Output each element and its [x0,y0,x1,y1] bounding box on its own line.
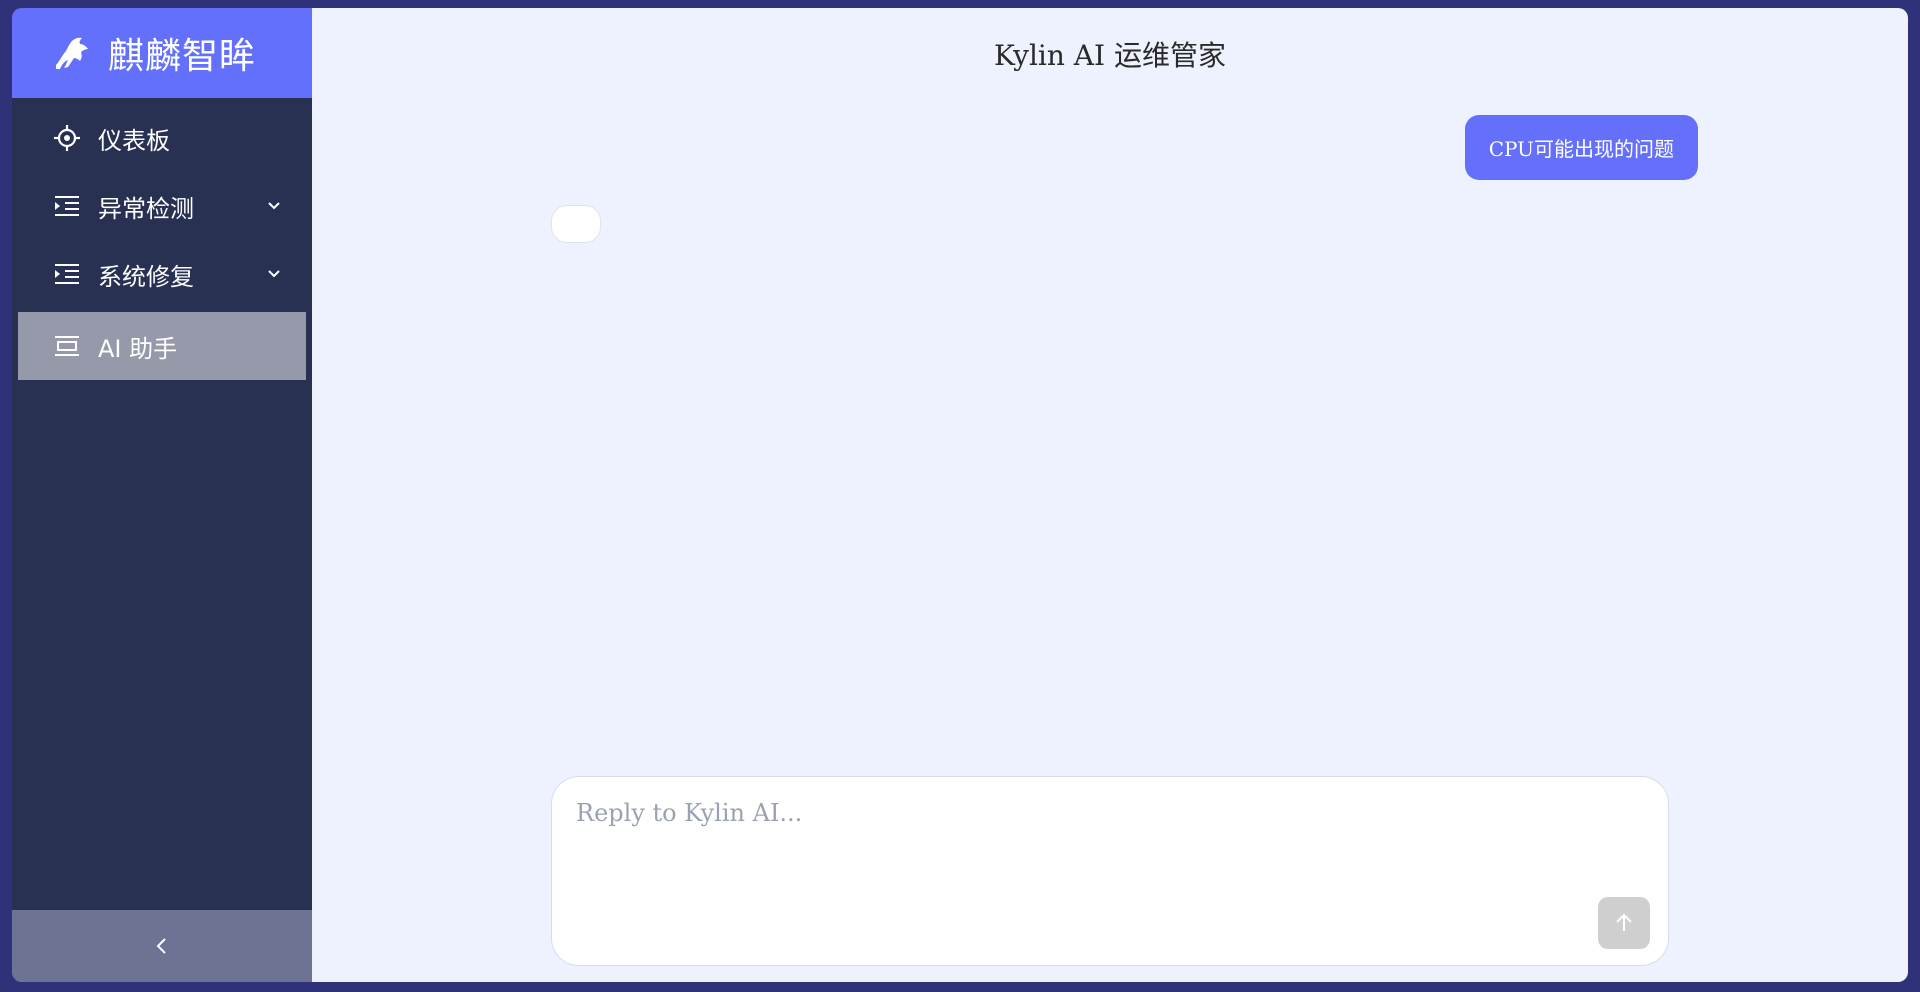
chat-main: Kylin AI 运维管家 CPU可能出现的问题 [312,8,1908,982]
sidebar-item-label: 异常检测 [98,194,194,223]
user-message: CPU可能出现的问题 [1464,115,1698,180]
sidebar-item-anomaly-detection[interactable]: 异常检测 [12,172,312,240]
panel-icon [52,331,82,361]
kylin-logo-icon [56,37,88,69]
arrow-up-icon [1616,913,1632,931]
sidebar-item-system-repair[interactable]: 系统修复 [12,240,312,308]
sidebar-collapse-button[interactable] [12,910,312,982]
send-button[interactable] [1598,897,1650,949]
chevron-down-icon[interactable] [266,198,282,214]
brand-header[interactable]: 麒麟智眸 [12,8,312,98]
sidebar-item-dashboard[interactable]: 仪表板 [12,104,312,172]
assistant-message [551,205,601,243]
sidebar-item-label: AI 助手 [98,334,178,363]
page-title: Kylin AI 运维管家 [994,39,1226,72]
chevron-down-icon[interactable] [266,266,282,282]
sidebar-item-label: 仪表板 [98,126,170,155]
brand-name: 麒麟智眸 [108,36,257,77]
sidebar-item-label: 系统修复 [98,262,194,291]
indent-list-icon [52,191,82,221]
crosshair-icon [52,123,82,153]
indent-list-icon [52,259,82,289]
sidebar: 麒麟智眸 仪表板 异常检测 系统修复 AI 助手 [12,8,312,982]
app-window: 麒麟智眸 仪表板 异常检测 系统修复 AI 助手 Kylin AI 运维管家 C… [12,8,1908,982]
sidebar-item-ai-assistant[interactable]: AI 助手 [18,312,306,380]
message-composer [551,776,1669,966]
reply-input[interactable] [552,777,1668,965]
chevron-left-icon [156,938,166,954]
sidebar-nav: 仪表板 异常检测 系统修复 AI 助手 [12,98,312,380]
